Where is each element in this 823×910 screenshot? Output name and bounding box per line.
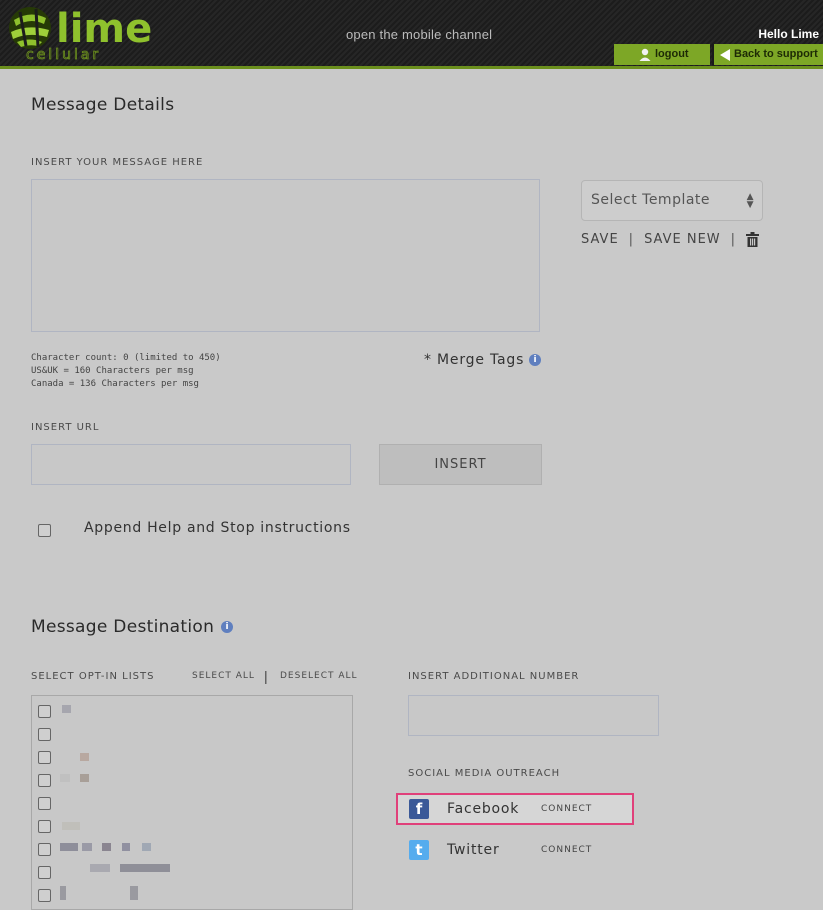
redacted-text bbox=[62, 822, 80, 830]
top-header: lime cellular open the mobile channel He… bbox=[0, 0, 823, 69]
message-details-title: Message Details bbox=[31, 95, 175, 115]
lime-cellular-logo[interactable]: lime cellular bbox=[6, 2, 166, 64]
usuk-limit: US&UK = 160 Characters per msg bbox=[31, 366, 194, 376]
social-outreach-label: SOCIAL MEDIA OUTREACH bbox=[408, 768, 561, 779]
facebook-row: f Facebook CONNECT bbox=[396, 793, 634, 825]
template-select-value: Select Template bbox=[591, 192, 711, 208]
redacted-text bbox=[130, 886, 138, 900]
info-icon[interactable]: i bbox=[529, 354, 542, 366]
append-help-checkbox[interactable] bbox=[38, 524, 51, 537]
additional-number-label: INSERT ADDITIONAL NUMBER bbox=[408, 671, 580, 682]
list-checkbox[interactable] bbox=[38, 705, 51, 718]
list-checkbox[interactable] bbox=[38, 797, 51, 810]
url-label: INSERT URL bbox=[31, 422, 100, 433]
message-label: INSERT YOUR MESSAGE HERE bbox=[31, 157, 204, 168]
redacted-text bbox=[62, 705, 71, 713]
character-info: Character count: 0 (limited to 450) US&U… bbox=[31, 352, 221, 391]
save-template-link[interactable]: SAVE bbox=[581, 232, 619, 247]
facebook-connect-link[interactable]: CONNECT bbox=[541, 804, 592, 814]
insert-url-button[interactable]: INSERT bbox=[379, 444, 542, 485]
select-arrows-icon: ▲ ▼ bbox=[746, 192, 754, 210]
redacted-text bbox=[102, 843, 111, 851]
list-checkbox[interactable] bbox=[38, 866, 51, 879]
canada-limit: Canada = 136 Characters per msg bbox=[31, 379, 199, 389]
template-actions: SAVE | SAVE NEW | bbox=[581, 232, 760, 247]
separator: | bbox=[628, 232, 635, 247]
svg-text:lime: lime bbox=[56, 6, 152, 52]
facebook-icon: f bbox=[409, 799, 429, 819]
separator: | bbox=[730, 232, 737, 247]
back-arrow-icon bbox=[720, 48, 730, 61]
user-icon bbox=[639, 48, 651, 61]
twitter-connect-link[interactable]: CONNECT bbox=[541, 845, 592, 855]
additional-number-input[interactable] bbox=[408, 695, 659, 736]
redacted-text bbox=[122, 843, 130, 851]
redacted-text bbox=[82, 843, 92, 851]
list-checkbox[interactable] bbox=[38, 728, 51, 741]
separator: | bbox=[264, 668, 268, 684]
destination-title-row: Message Destination i bbox=[31, 617, 234, 637]
redacted-text bbox=[120, 864, 170, 872]
redacted-text bbox=[80, 753, 89, 761]
info-icon[interactable]: i bbox=[221, 621, 234, 633]
list-checkbox[interactable] bbox=[38, 774, 51, 787]
facebook-label: Facebook bbox=[447, 801, 520, 817]
message-textarea[interactable] bbox=[31, 179, 540, 332]
redacted-text bbox=[60, 843, 78, 851]
deselect-all-link[interactable]: DESELECT ALL bbox=[280, 671, 358, 681]
redacted-text bbox=[80, 774, 89, 782]
trash-icon[interactable] bbox=[746, 232, 760, 247]
twitter-icon: t bbox=[409, 840, 429, 860]
optin-list[interactable] bbox=[31, 695, 353, 910]
character-count: Character count: 0 (limited to 450) bbox=[31, 353, 221, 363]
destination-title: Message Destination bbox=[31, 617, 215, 637]
globe-icon bbox=[9, 7, 51, 49]
twitter-row: t Twitter CONNECT bbox=[398, 834, 636, 866]
svg-text:cellular: cellular bbox=[26, 47, 101, 63]
url-input[interactable] bbox=[31, 444, 351, 485]
template-select[interactable]: Select Template ▲ ▼ bbox=[581, 180, 763, 221]
tagline: open the mobile channel bbox=[346, 27, 493, 42]
list-checkbox[interactable] bbox=[38, 843, 51, 856]
append-help-label: Append Help and Stop instructions bbox=[84, 520, 351, 536]
logout-label: logout bbox=[655, 48, 689, 60]
greeting: Hello Lime bbox=[758, 27, 819, 41]
redacted-text bbox=[60, 886, 66, 900]
logout-button[interactable]: logout bbox=[614, 44, 710, 65]
list-checkbox[interactable] bbox=[38, 820, 51, 833]
save-new-template-link[interactable]: SAVE NEW bbox=[644, 232, 721, 247]
select-all-link[interactable]: SELECT ALL bbox=[192, 671, 255, 681]
redacted-text bbox=[90, 864, 110, 872]
twitter-label: Twitter bbox=[447, 842, 500, 858]
list-checkbox[interactable] bbox=[38, 889, 51, 902]
redacted-text bbox=[142, 843, 151, 851]
merge-tags-link[interactable]: * Merge Tags i bbox=[424, 352, 542, 368]
merge-tags-label: * Merge Tags bbox=[424, 352, 525, 368]
support-label: Back to support bbox=[734, 48, 818, 60]
optin-label: SELECT OPT-IN LISTS bbox=[31, 671, 155, 682]
back-to-support-button[interactable]: Back to support bbox=[712, 44, 823, 65]
list-checkbox[interactable] bbox=[38, 751, 51, 764]
redacted-text bbox=[60, 774, 70, 782]
